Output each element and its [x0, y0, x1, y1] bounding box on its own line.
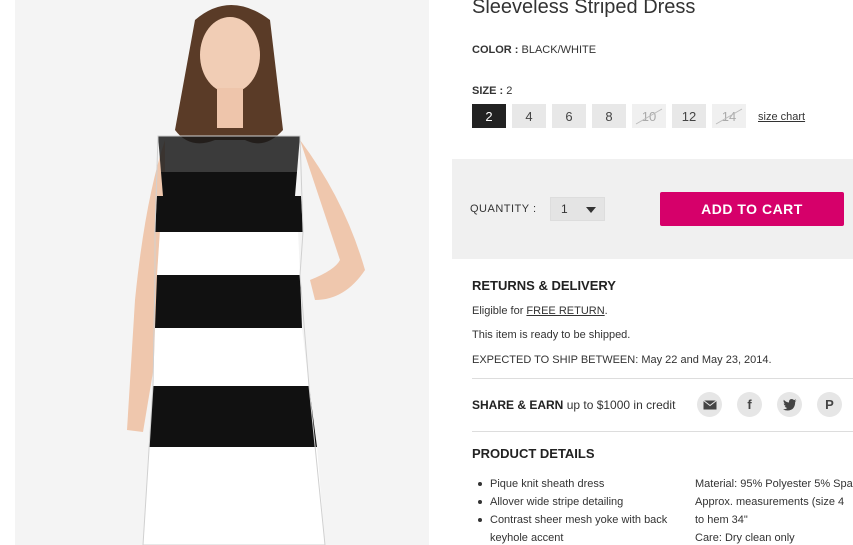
share-label: SHARE & EARN	[472, 398, 564, 412]
ship-label: EXPECTED TO SHIP BETWEEN:	[472, 354, 639, 366]
divider	[472, 378, 853, 379]
product-specs: Material: 95% Polyester 5% Spa Approx. m…	[695, 475, 853, 545]
ready-to-ship-text: This item is ready to be shipped.	[472, 329, 631, 341]
free-return-line: Eligible for FREE RETURN.	[472, 305, 608, 317]
pinterest-icon[interactable]: P	[817, 392, 842, 417]
returns-delivery-heading: RETURNS & DELIVERY	[472, 278, 616, 293]
care-text: Care: Dry clean only	[695, 532, 795, 544]
dress-model-illustration	[15, 0, 429, 545]
add-to-cart-button[interactable]: ADD TO CART	[660, 192, 844, 226]
share-icons: f P	[697, 392, 842, 417]
size-value: 2	[506, 85, 513, 97]
free-return-link[interactable]: FREE RETURN	[526, 305, 604, 317]
product-title: Sleeveless Striped Dress	[472, 0, 696, 18]
size-chart-link[interactable]: size chart	[758, 111, 805, 123]
size-option-4[interactable]: 4	[512, 104, 546, 128]
period-text: .	[604, 305, 608, 317]
quantity-value: 1	[561, 202, 568, 216]
size-info: SIZE : 2	[472, 85, 512, 97]
size-option-8[interactable]: 8	[592, 104, 626, 128]
size-option-6[interactable]: 6	[552, 104, 586, 128]
list-item: Contrast sheer mesh yoke with back keyho…	[478, 511, 688, 545]
eligible-text: Eligible for	[472, 305, 524, 317]
list-item: Allover wide stripe detailing	[478, 493, 688, 511]
measurements-text-cont: to hem 34"	[695, 514, 748, 526]
product-details-list: Pique knit sheath dress Allover wide str…	[478, 475, 688, 545]
twitter-icon[interactable]	[777, 392, 802, 417]
ship-dates-line: EXPECTED TO SHIP BETWEEN: May 22 and May…	[472, 354, 772, 366]
product-photo[interactable]	[15, 0, 429, 545]
size-option-14: 14	[712, 104, 746, 128]
divider	[472, 431, 853, 432]
purchase-panel: QUANTITY : 1 ADD TO CART	[452, 159, 853, 259]
color-label: COLOR :	[472, 44, 519, 56]
size-selector: 2 4 6 8 10 12 14 size chart	[472, 104, 805, 128]
quantity-select[interactable]: 1	[550, 197, 605, 221]
color-value: BLACK/WHITE	[521, 44, 597, 56]
ship-dates: May 22 and May 23, 2014.	[641, 354, 772, 366]
measurements-text: Approx. measurements (size 4	[695, 496, 845, 508]
color-info: COLOR : BLACK/WHITE	[472, 44, 596, 56]
size-option-2[interactable]: 2	[472, 104, 506, 128]
chevron-down-icon	[586, 207, 596, 213]
share-earn: SHARE & EARN up to $1000 in credit	[472, 398, 675, 412]
material-text: Material: 95% Polyester 5% Spa	[695, 478, 853, 490]
email-icon[interactable]	[697, 392, 722, 417]
share-text: up to $1000 in credit	[566, 398, 676, 412]
facebook-icon[interactable]: f	[737, 392, 762, 417]
quantity-label: QUANTITY :	[470, 203, 537, 215]
size-option-10: 10	[632, 104, 666, 128]
size-label: SIZE :	[472, 85, 504, 97]
size-option-12[interactable]: 12	[672, 104, 706, 128]
list-item: Pique knit sheath dress	[478, 475, 688, 493]
product-details-heading: PRODUCT DETAILS	[472, 446, 595, 461]
